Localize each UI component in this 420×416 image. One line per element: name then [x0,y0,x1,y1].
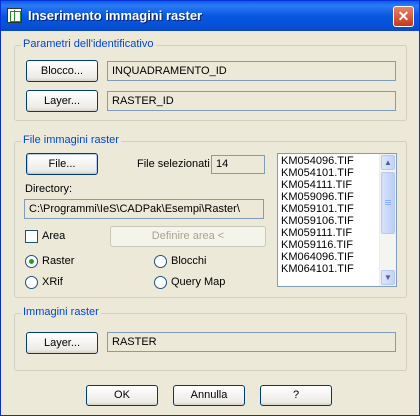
selected-files-label: File selezionati [137,158,210,170]
raster-files-label: File immagini raster [21,134,121,146]
file-list-item[interactable]: KM059101.TIF [281,203,378,215]
blocchi-radio-label: Blocchi [171,255,207,267]
selected-files-count: 14 [211,155,265,174]
block-button[interactable]: Blocco... [26,60,98,82]
file-list-item[interactable]: KM059111.TIF [281,227,378,239]
file-list-item[interactable]: KM054096.TIF [281,155,378,167]
id-layer-button[interactable]: Layer... [26,90,98,112]
area-checkbox[interactable] [25,230,38,243]
cancel-button[interactable]: Annulla [173,385,245,406]
app-icon [7,8,22,23]
xrif-radio[interactable] [25,276,38,289]
scroll-down-icon[interactable]: ▼ [381,270,395,285]
scroll-grip-line [385,204,391,205]
file-list-item[interactable]: KM059106.TIF [281,215,378,227]
file-button[interactable]: File... [26,153,98,175]
block-field[interactable]: INQUADRAMENTO_ID [107,61,396,81]
file-list-item[interactable]: KM059116.TIF [281,239,378,251]
dialog-window: Inserimento immagini raster ✕ Parametri … [0,0,420,416]
file-list-item[interactable]: KM059096.TIF [281,191,378,203]
blocchi-radio[interactable] [154,255,167,268]
area-checkbox-label: Area [42,230,66,242]
file-list: KM054096.TIF KM054101.TIF KM054111.TIF KM05… [281,155,378,275]
xrif-radio-label: XRif [42,276,63,288]
identifier-params-label: Parametri dell'identificativo [21,38,156,50]
query-map-radio[interactable] [154,276,167,289]
query-map-radio-label: Query Map [171,276,226,288]
id-layer-field[interactable]: RASTER_ID [107,91,396,111]
define-area-button[interactable]: Definire area < [110,226,266,247]
help-button[interactable]: ? [260,385,332,406]
ok-button[interactable]: OK [86,385,158,406]
scroll-up-icon[interactable]: ▲ [381,155,395,170]
window-title: Inserimento immagini raster [28,8,203,23]
file-list-item[interactable]: KM064096.TIF [281,251,378,263]
raster-radio[interactable] [25,255,38,268]
scroll-grip-line [385,200,391,201]
title-bar[interactable]: Inserimento immagini raster ✕ [1,1,419,31]
raster-layer-field[interactable]: RASTER [107,332,396,352]
file-list-scrollbar[interactable]: ▲ ▼ [379,154,396,286]
scroll-thumb[interactable] [381,172,395,234]
file-list-item[interactable]: KM054101.TIF [281,167,378,179]
raster-radio-label: Raster [42,255,75,267]
directory-label: Directory: [25,183,73,195]
close-button[interactable]: ✕ [393,6,414,27]
directory-field[interactable]: C:\Programmi\IeS\CADPak\Esempi\Raster\ [24,199,264,219]
raster-layer-button[interactable]: Layer... [26,332,98,354]
raster-images-label: Immagini raster [21,306,101,318]
scroll-grip-line [385,202,391,203]
file-list-item[interactable]: KM064101.TIF [281,263,378,275]
file-listbox[interactable]: KM054096.TIF KM054101.TIF KM054111.TIF KM05… [277,153,397,287]
file-list-item[interactable]: KM054111.TIF [281,179,378,191]
